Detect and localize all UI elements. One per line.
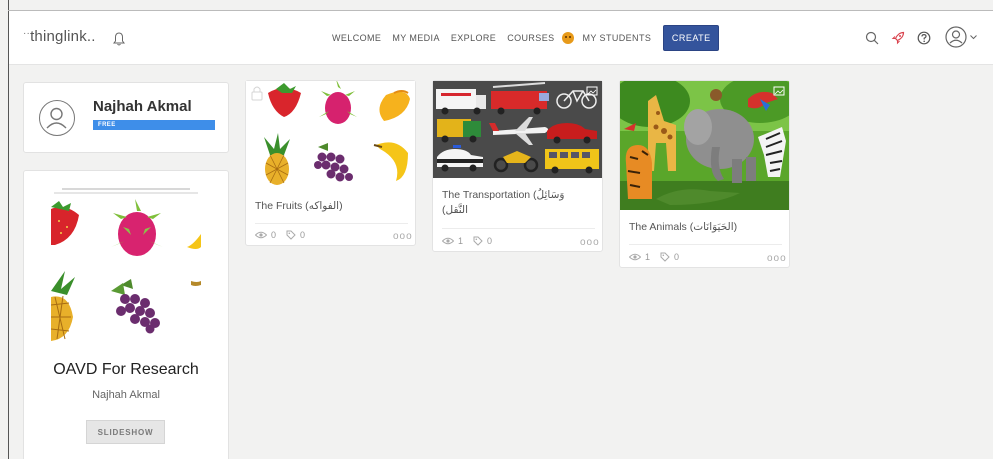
- banana-icon: [187, 234, 201, 249]
- eye-icon: [255, 231, 267, 239]
- tag-count: 0: [300, 230, 306, 240]
- media-title[interactable]: The Transportation (وَسَائِلُ (النَّقل: [442, 188, 597, 218]
- media-thumbnail-animals[interactable]: [620, 81, 789, 210]
- media-stats: 1 0: [442, 236, 502, 246]
- channel-title[interactable]: OAVD For Research: [24, 361, 228, 379]
- media-title-line1: The Transportation (وَسَائِلُ: [442, 189, 565, 201]
- slideshow-button[interactable]: SLIDESHOW: [86, 420, 165, 444]
- channel-cover-fruits: [51, 199, 201, 341]
- stack-edge: [62, 188, 190, 190]
- tag-icon: [473, 236, 483, 246]
- nav-welcome[interactable]: WELCOME: [332, 33, 381, 43]
- pineapple-icon: [51, 271, 75, 341]
- dragonfruit-icon: [325, 92, 351, 124]
- more-options-icon[interactable]: ooo: [580, 237, 600, 248]
- divider: [255, 223, 408, 224]
- thinglink-logo[interactable]: ··thinglink..: [23, 28, 96, 45]
- monkey-icon: [710, 89, 722, 101]
- media-thumbnail-fruits[interactable]: [246, 81, 415, 189]
- more-options-icon[interactable]: ooo: [393, 231, 413, 242]
- grapes-icon: [111, 279, 160, 334]
- view-count: 0: [271, 230, 277, 240]
- eye-icon: [442, 237, 454, 245]
- header-actions: [863, 25, 993, 53]
- media-title-line2: (النَّقل: [442, 204, 469, 216]
- nav-my-media[interactable]: MY MEDIA: [392, 33, 440, 43]
- stack-edge: [54, 192, 198, 194]
- rocket-icon[interactable]: [891, 31, 905, 45]
- chevron-down-icon[interactable]: [970, 35, 977, 40]
- media-card-fruits[interactable]: The Fruits (الفواكه) 0 0 ooo: [245, 80, 416, 246]
- view-count: 1: [458, 236, 464, 246]
- channel-owner[interactable]: Najhah Akmal: [24, 389, 228, 401]
- divider: [629, 244, 782, 245]
- user-avatar-icon[interactable]: [945, 26, 967, 48]
- search-icon[interactable]: [865, 31, 879, 45]
- nav-explore[interactable]: EXPLORE: [451, 33, 496, 43]
- media-title[interactable]: The Animals (الحَيَوَانَات): [629, 220, 737, 235]
- top-header: ··thinglink.. WELCOME MY MEDIA EXPLORE C…: [9, 11, 993, 65]
- tag-count: 0: [487, 236, 493, 246]
- eye-icon: [629, 253, 641, 261]
- tag-count: 0: [674, 252, 680, 262]
- media-thumbnail-transportation[interactable]: [433, 81, 602, 178]
- view-count: 1: [645, 252, 651, 262]
- media-card-transportation[interactable]: The Transportation (وَسَائِلُ (النَّقل 1…: [432, 80, 603, 252]
- media-stats: 0 0: [255, 230, 315, 240]
- tag-icon: [660, 252, 670, 262]
- dragonfruit-icon: [111, 199, 163, 256]
- nav-my-students[interactable]: MY STUDENTS: [583, 33, 652, 43]
- banana-stem-icon: [191, 281, 201, 286]
- more-options-icon[interactable]: ooo: [767, 253, 787, 264]
- strawberry-icon: [51, 201, 79, 245]
- media-stats: 1 0: [629, 252, 689, 262]
- media-card-animals[interactable]: The Animals (الحَيَوَانَات) 1 0 ooo: [619, 80, 790, 268]
- bell-icon[interactable]: [112, 31, 126, 47]
- plan-badge: FREE: [93, 120, 215, 130]
- help-icon[interactable]: [917, 31, 931, 45]
- courses-emoji-icon: [561, 32, 574, 44]
- create-button[interactable]: CREATE: [663, 25, 720, 51]
- nav-courses[interactable]: COURSES: [507, 33, 554, 43]
- channel-card[interactable]: OAVD For Research Najhah Akmal SLIDESHOW: [23, 170, 229, 459]
- main-nav: WELCOME MY MEDIA EXPLORE COURSES MY STUD…: [332, 25, 720, 51]
- user-avatar-icon: [46, 107, 67, 129]
- tag-icon: [286, 230, 296, 240]
- tiger-icon: [625, 145, 652, 199]
- avatar: [39, 100, 75, 136]
- profile-card[interactable]: Najhah Akmal FREE: [23, 82, 229, 153]
- media-title[interactable]: The Fruits (الفواكه): [255, 199, 343, 214]
- profile-name: Najhah Akmal: [93, 98, 192, 115]
- divider: [442, 228, 595, 229]
- window-left-border: [8, 0, 9, 459]
